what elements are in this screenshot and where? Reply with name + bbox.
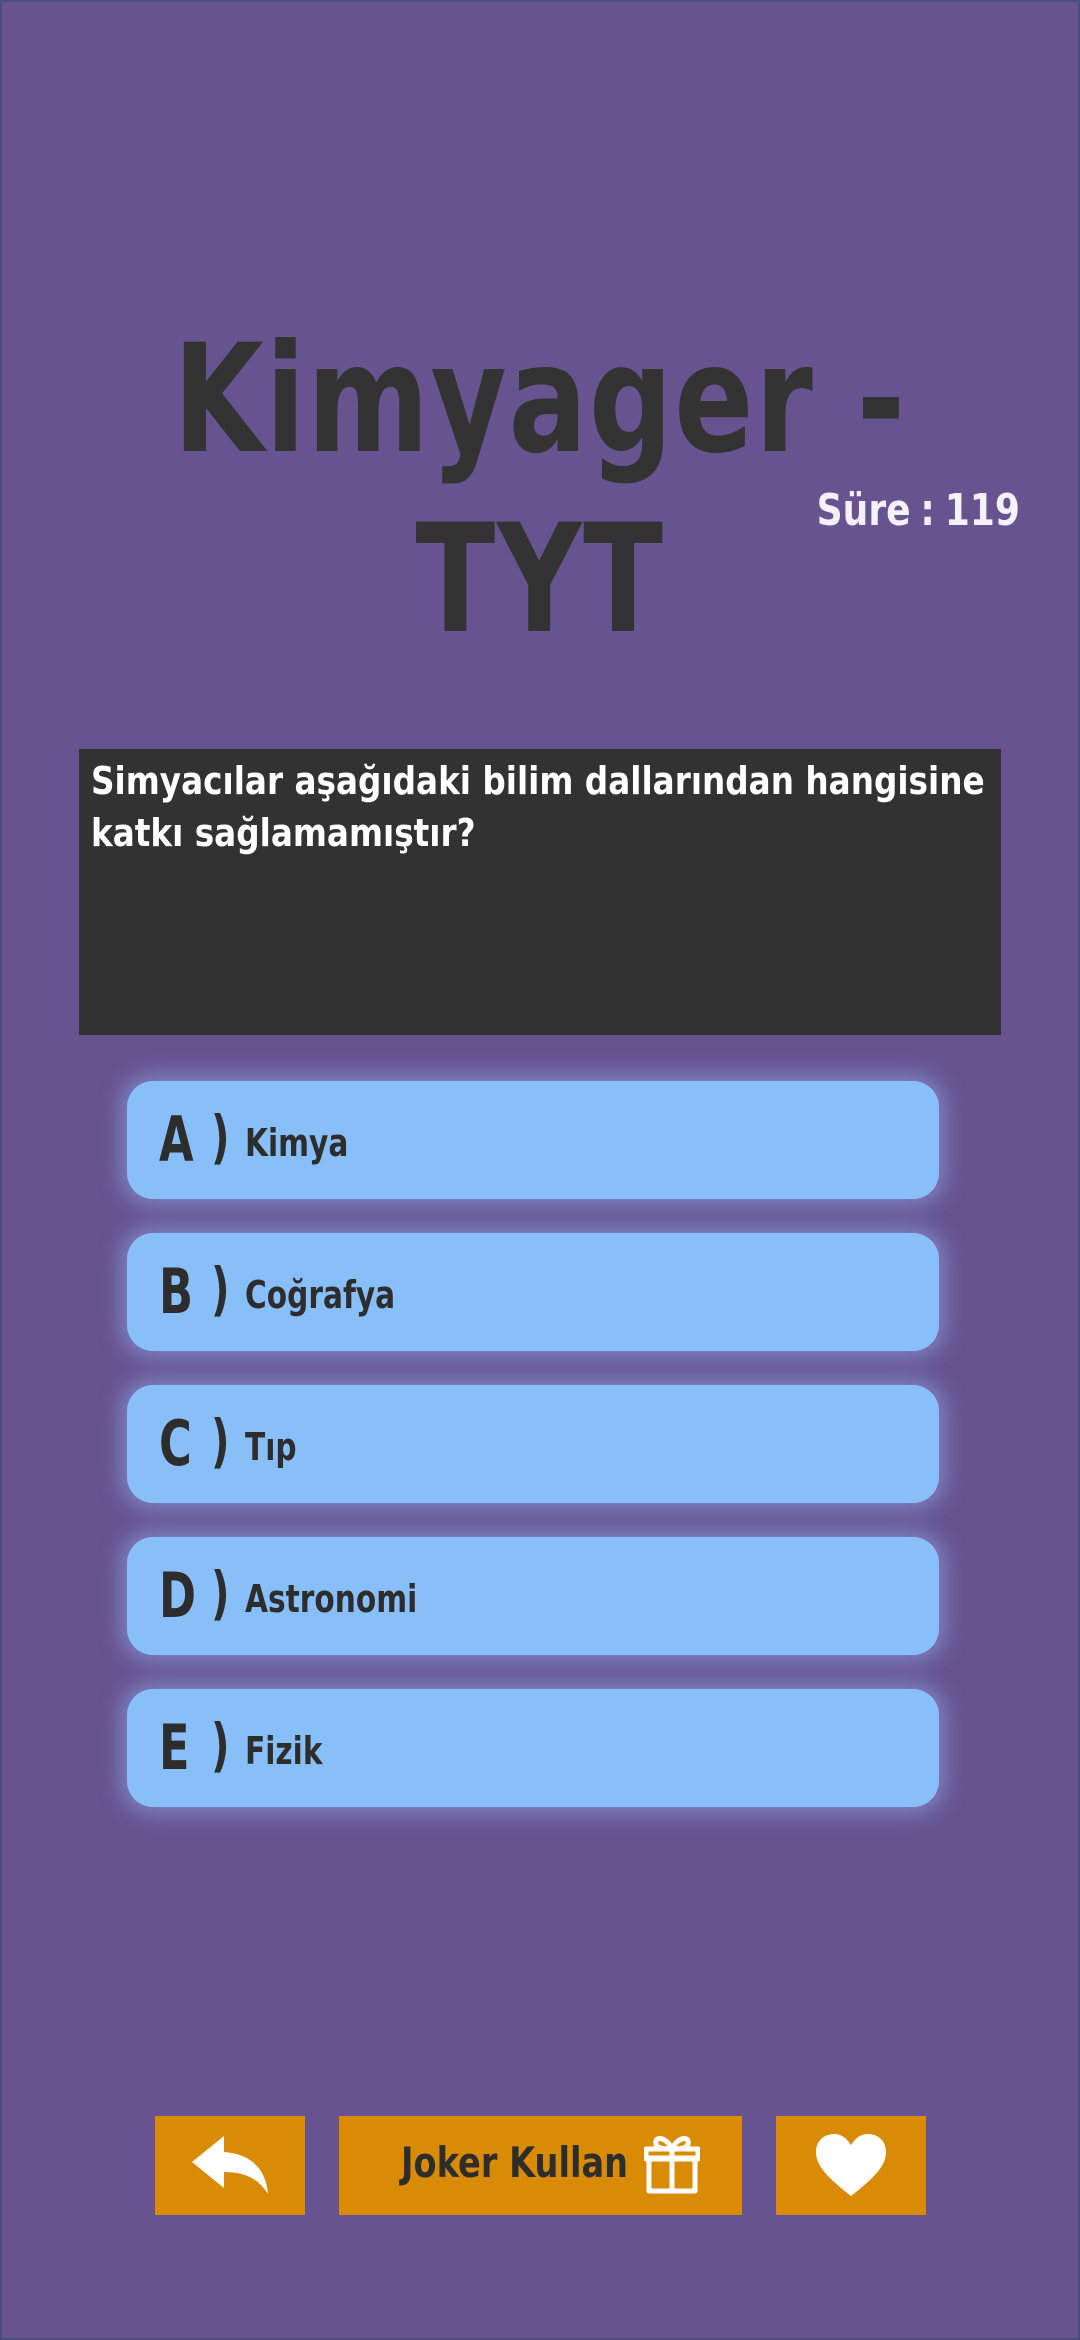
option-letter: E xyxy=(159,1711,190,1784)
option-a-button[interactable]: A ) Kimya xyxy=(127,1081,939,1199)
heart-icon xyxy=(816,2134,886,2196)
option-letter: D xyxy=(159,1559,197,1632)
option-text: Tıp xyxy=(245,1425,297,1469)
option-text: Fizik xyxy=(245,1729,323,1773)
option-text: Kimya xyxy=(245,1121,349,1165)
question-box: Simyacılar aşağıdaki bilim dallarından h… xyxy=(79,749,1001,1035)
option-text: Astronomi xyxy=(245,1577,418,1621)
option-paren: ) xyxy=(211,1711,230,1779)
option-e-button[interactable]: E ) Fizik xyxy=(127,1689,939,1807)
option-text: Coğrafya xyxy=(245,1273,396,1317)
option-paren: ) xyxy=(211,1103,230,1171)
option-paren: ) xyxy=(211,1407,230,1475)
option-letter: B xyxy=(159,1255,194,1328)
option-c-button[interactable]: C ) Tıp xyxy=(127,1385,939,1503)
timer: Süre:119 xyxy=(817,485,1020,536)
option-b-button[interactable]: B ) Coğrafya xyxy=(127,1233,939,1351)
gift-icon xyxy=(644,2136,700,2194)
option-letter: A xyxy=(159,1103,194,1176)
back-button[interactable] xyxy=(155,2116,305,2215)
joker-button[interactable]: Joker Kullan xyxy=(339,2116,742,2215)
timer-value: 119 xyxy=(944,485,1020,536)
timer-label: Süre xyxy=(816,485,911,536)
timer-separator: : xyxy=(920,485,935,536)
option-paren: ) xyxy=(211,1255,230,1323)
option-letter: C xyxy=(159,1407,192,1480)
option-d-button[interactable]: D ) Astronomi xyxy=(127,1537,939,1655)
joker-label: Joker Kullan xyxy=(401,2138,629,2187)
option-paren: ) xyxy=(211,1559,230,1627)
favorite-button[interactable] xyxy=(776,2116,926,2215)
back-arrow-icon xyxy=(192,2136,268,2194)
question-text: Simyacılar aşağıdaki bilim dallarından h… xyxy=(91,759,985,855)
